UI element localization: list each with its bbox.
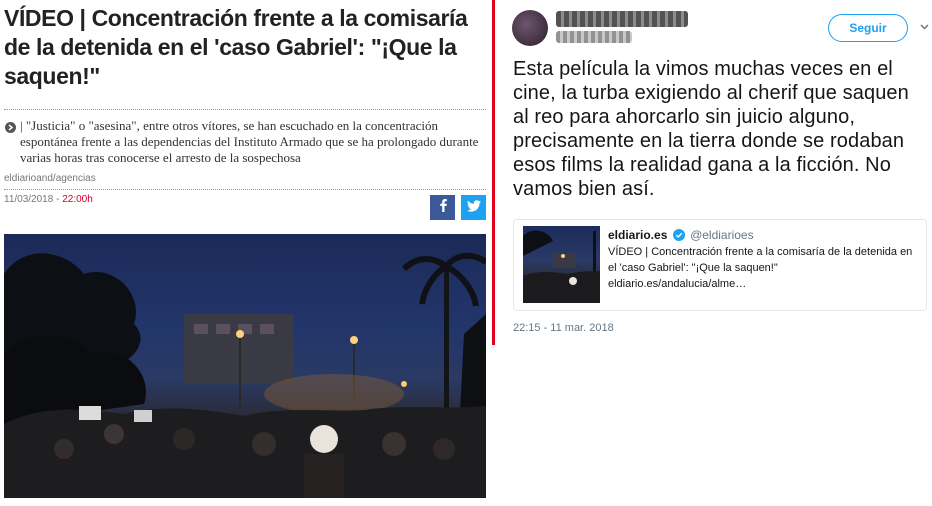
chevron-down-icon[interactable]: [920, 22, 929, 32]
quoted-tweet-thumbnail: [523, 226, 600, 303]
divider-line: [4, 109, 486, 110]
twitter-share-button[interactable]: [461, 195, 486, 220]
tweet-card: Seguir Esta película la vimos muchas vec…: [500, 0, 932, 506]
quoted-account-name[interactable]: eldiario.es: [608, 228, 667, 242]
news-article: VÍDEO | Concentración frente a la comisa…: [0, 0, 490, 506]
vertical-divider: [492, 0, 495, 345]
time-text: 22:00h: [62, 194, 93, 205]
facebook-icon: [437, 198, 449, 217]
twitter-icon: [466, 199, 481, 217]
bullet-arrow-icon: [5, 122, 16, 133]
quoted-tweet-text: VÍDEO | Concentración frente a la comisa…: [608, 246, 913, 290]
avatar[interactable]: [512, 10, 548, 46]
tweet-timestamp[interactable]: 22:15 - 11 mar. 2018: [513, 322, 614, 334]
crowd-video-frame: [4, 252, 486, 498]
article-summary: | "Justicia" o "asesina", entre otros ví…: [20, 118, 479, 165]
article-headline[interactable]: VÍDEO | Concentración frente a la comisa…: [4, 4, 484, 91]
divider-line: [4, 189, 486, 190]
facebook-share-button[interactable]: [430, 195, 455, 220]
tweet-text: Esta película la vimos muchas veces en e…: [513, 58, 909, 200]
video-player[interactable]: [4, 234, 486, 498]
redacted-display-name: [556, 11, 688, 27]
article-date: 11/03/2018 - 22:00h: [4, 194, 93, 205]
quoted-tweet-header: eldiario.es @eldiarioes: [608, 228, 754, 244]
redacted-username: [556, 31, 632, 43]
article-source: eldiarioand/agencias: [4, 173, 96, 184]
quoted-tweet[interactable]: eldiario.es @eldiarioes VÍDEO | Concentr…: [513, 219, 927, 311]
verified-badge-icon: [672, 229, 685, 244]
quoted-account-handle[interactable]: @eldiarioes: [690, 228, 754, 242]
follow-button[interactable]: Seguir: [828, 14, 908, 42]
date-text: 11/03/2018 -: [4, 194, 63, 205]
